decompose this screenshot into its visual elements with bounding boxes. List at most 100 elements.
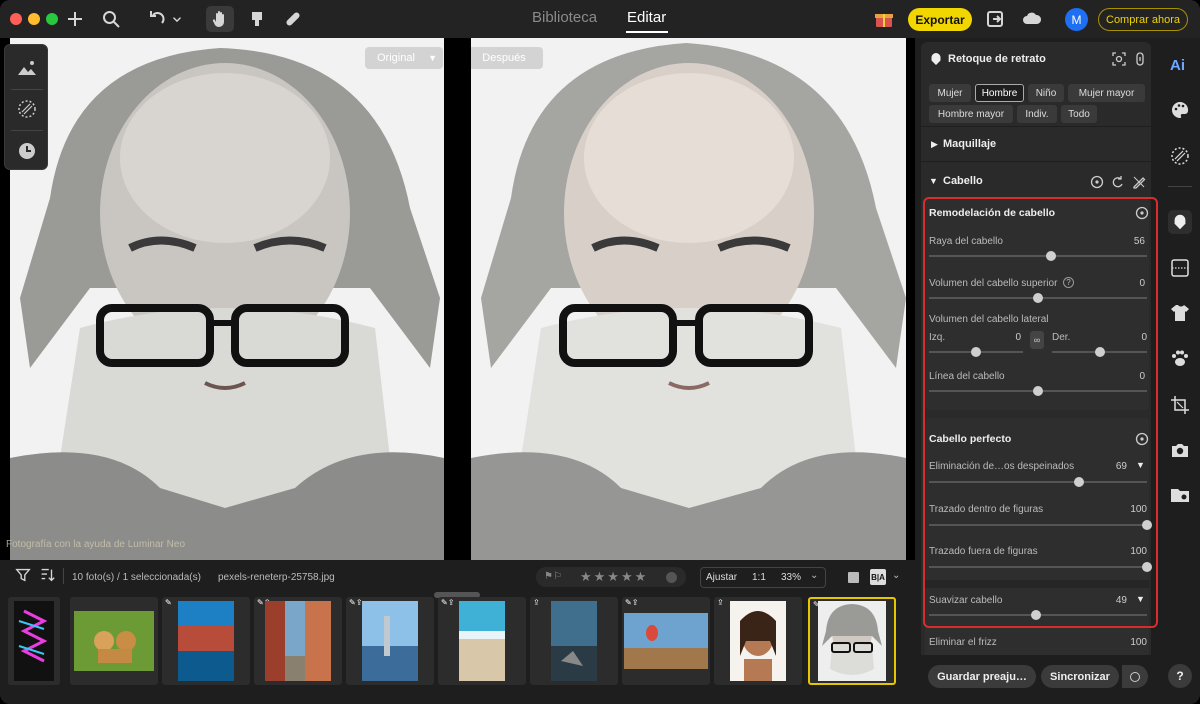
brush-icon[interactable] [246, 8, 268, 30]
smooth-slider-track[interactable] [929, 610, 1147, 620]
star-rating[interactable]: ★★★★★ [580, 569, 648, 585]
filter-icon[interactable] [14, 566, 32, 584]
right-slider-track[interactable] [1052, 347, 1147, 357]
hand-tool-icon[interactable] [206, 6, 234, 32]
smooth-slider-thumb[interactable] [1030, 610, 1041, 620]
link-sides-icon[interactable]: ∞ [1030, 331, 1044, 349]
chevron-down-icon[interactable]: ⌄ [892, 570, 900, 581]
parting-slider-track[interactable] [929, 251, 1147, 261]
makeup-section-header[interactable]: ▶ Maquillaje [929, 138, 1139, 152]
reset-icon[interactable] [1111, 175, 1125, 189]
help-icon[interactable]: ? [1168, 664, 1192, 688]
top-volume-slider-thumb[interactable] [1033, 293, 1043, 303]
chip-hombre-mayor[interactable]: Hombre mayor [929, 105, 1013, 123]
folder-icon[interactable] [1170, 485, 1190, 505]
landscape-edit-icon[interactable] [16, 57, 38, 79]
sync-button[interactable]: Sincronizar [1041, 665, 1119, 688]
cloud-icon[interactable] [1021, 8, 1043, 30]
avatar[interactable]: M [1065, 8, 1088, 31]
outside-slider-thumb[interactable] [1142, 562, 1152, 572]
flyaway-slider-track[interactable] [929, 477, 1147, 487]
film-thumb-5[interactable]: ✎⇪ [346, 597, 434, 685]
tab-biblioteca[interactable]: Biblioteca [532, 9, 597, 26]
film-thumb-8[interactable]: ✎⇪ [622, 597, 710, 685]
portrait-icon [929, 52, 943, 66]
flyaway-slider-thumb[interactable] [1074, 477, 1085, 487]
caret-down-icon[interactable]: ▼ [1136, 460, 1145, 470]
film-thumb-3[interactable]: ✎ [162, 597, 250, 685]
texture-icon[interactable] [16, 98, 38, 120]
chevron-down-icon[interactable]: ⌄ [810, 570, 818, 581]
fit-button[interactable]: Ajustar [706, 572, 737, 583]
maximize-window-button[interactable] [46, 13, 58, 25]
close-window-button[interactable] [10, 13, 22, 25]
flag-icon[interactable]: ⚑⚐ [544, 571, 562, 582]
filmstrip-toolbar: 10 foto(s) / 1 seleccionada(s) pexels-re… [0, 560, 915, 592]
inside-slider-thumb[interactable] [1142, 520, 1152, 530]
zoom-level[interactable]: 33% [781, 572, 801, 583]
before-after-icon[interactable]: B|A [870, 569, 886, 585]
minimize-window-button[interactable] [28, 13, 40, 25]
film-thumb-1[interactable] [8, 597, 60, 685]
image-viewer[interactable]: Original ▼ Después Fotografía con la ayu… [0, 38, 915, 560]
left-slider-track[interactable] [929, 347, 1023, 357]
before-view-dropdown[interactable]: Original ▼ [365, 47, 443, 69]
crop-icon[interactable] [1170, 395, 1190, 415]
film-thumb-6[interactable]: ✎⇪ [438, 597, 526, 685]
eye-icon[interactable] [1135, 206, 1149, 220]
bandage-icon[interactable] [282, 8, 304, 30]
chevron-down-icon[interactable] [170, 8, 184, 30]
tab-editar[interactable]: Editar [627, 9, 666, 26]
texture-icon[interactable] [1170, 146, 1190, 166]
camera-icon[interactable] [1170, 440, 1190, 460]
chip-mujer[interactable]: Mujer [929, 84, 971, 102]
link-icon[interactable] [1133, 52, 1147, 66]
hairline-slider-thumb[interactable] [1033, 386, 1043, 396]
film-thumb-4[interactable]: ✎⇪ [254, 597, 342, 685]
film-thumb-10-selected[interactable]: ✎ [808, 597, 896, 685]
film-thumb-7[interactable]: ⇪ [530, 597, 618, 685]
parting-slider-thumb[interactable] [1046, 251, 1057, 261]
buy-now-button[interactable]: Comprar ahora [1098, 8, 1188, 31]
search-icon[interactable] [100, 8, 122, 30]
chip-indiv[interactable]: Indiv. [1017, 105, 1057, 123]
caret-down-icon[interactable]: ▼ [1136, 594, 1145, 604]
export-button[interactable]: Exportar [908, 8, 972, 31]
gradient-icon[interactable] [1170, 258, 1190, 278]
film-thumb-9[interactable]: ⇪ [714, 597, 802, 685]
erase-icon[interactable] [1132, 175, 1146, 189]
portrait-icon[interactable] [1168, 210, 1192, 234]
chip-hombre[interactable]: Hombre [975, 84, 1024, 102]
ratio-button[interactable]: 1:1 [752, 572, 766, 583]
top-volume-slider-track[interactable] [929, 293, 1147, 303]
undo-icon[interactable] [146, 8, 168, 30]
color-label-icon[interactable] [666, 572, 677, 583]
single-view-icon[interactable] [848, 572, 859, 583]
left-slider-thumb[interactable] [971, 347, 981, 357]
gift-icon[interactable] [873, 8, 895, 30]
chip-nino[interactable]: Niño [1028, 84, 1064, 102]
outside-slider-track[interactable] [929, 562, 1152, 572]
palette-icon[interactable] [1170, 100, 1190, 120]
history-clock-icon[interactable] [16, 140, 38, 162]
info-icon[interactable]: ? [1063, 277, 1074, 288]
film-thumb-2[interactable] [70, 597, 158, 685]
hairline-slider-track[interactable] [929, 386, 1147, 396]
inside-slider-track[interactable] [929, 520, 1152, 530]
face-detect-icon[interactable] [1112, 52, 1126, 66]
more-options-button[interactable] [1122, 665, 1148, 688]
eye-icon[interactable] [1135, 432, 1149, 446]
eye-icon[interactable] [1090, 175, 1104, 189]
chip-todo[interactable]: Todo [1061, 105, 1097, 123]
hair-section-header[interactable]: ▼ Cabello [929, 175, 1139, 189]
right-slider-thumb[interactable] [1094, 347, 1105, 357]
ai-icon[interactable]: Ai [1170, 56, 1190, 76]
sort-icon[interactable] [38, 566, 56, 584]
save-preset-button[interactable]: Guardar preaju… [928, 665, 1036, 688]
share-window-icon[interactable] [984, 8, 1006, 30]
shirt-icon[interactable] [1170, 303, 1190, 323]
paw-icon[interactable] [1170, 348, 1190, 368]
add-icon[interactable] [64, 8, 86, 30]
compare-divider[interactable] [444, 38, 471, 560]
chip-mujer-mayor[interactable]: Mujer mayor [1068, 84, 1145, 102]
